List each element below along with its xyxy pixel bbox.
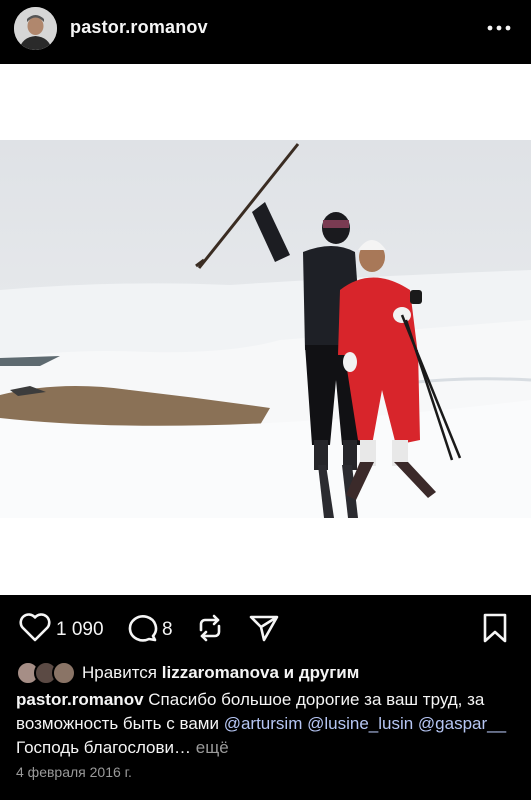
post-date: 4 февраля 2016 г. <box>16 764 132 780</box>
likes-user[interactable]: lizzaromanova <box>162 663 279 683</box>
bookmark-button[interactable] <box>481 612 509 649</box>
bookmark-icon <box>481 612 509 649</box>
post-actions: 1 090 8 <box>0 604 531 650</box>
like-button[interactable]: 1 090 <box>18 612 104 647</box>
share-button[interactable] <box>248 612 280 649</box>
repost-button[interactable] <box>194 612 226 649</box>
caption-tail: Господь благослови… <box>16 738 192 757</box>
more-horizontal-icon[interactable] <box>485 14 513 42</box>
comments-count: 8 <box>162 618 173 640</box>
post-photo <box>0 140 531 518</box>
liker-avatars <box>16 660 78 686</box>
heart-icon <box>18 612 52 647</box>
likes-prefix: Нравится <box>82 663 158 682</box>
post-caption: pastor.romanov Спасибо большое дорогие з… <box>16 688 516 760</box>
username[interactable]: pastor.romanov <box>70 17 208 38</box>
comment-icon <box>126 612 158 647</box>
caption-more-link[interactable]: ещё <box>196 738 229 757</box>
avatar <box>52 661 76 685</box>
likes-summary[interactable]: Нравится lizzaromanova и другим <box>16 660 359 686</box>
avatar[interactable] <box>14 7 57 50</box>
repost-icon <box>194 612 226 649</box>
mention-link[interactable]: @gaspar__ <box>418 714 506 733</box>
caption-author[interactable]: pastor.romanov <box>16 690 144 709</box>
mention-link[interactable]: @artursim <box>224 714 303 733</box>
post-media[interactable] <box>0 64 531 595</box>
share-icon <box>248 612 280 649</box>
mention-link[interactable]: @lusine_lusin <box>307 714 413 733</box>
comment-button[interactable]: 8 <box>126 612 173 647</box>
likes-count: 1 090 <box>56 618 104 640</box>
likes-suffix: и другим <box>283 663 360 682</box>
post-header: pastor.romanov <box>0 0 531 58</box>
